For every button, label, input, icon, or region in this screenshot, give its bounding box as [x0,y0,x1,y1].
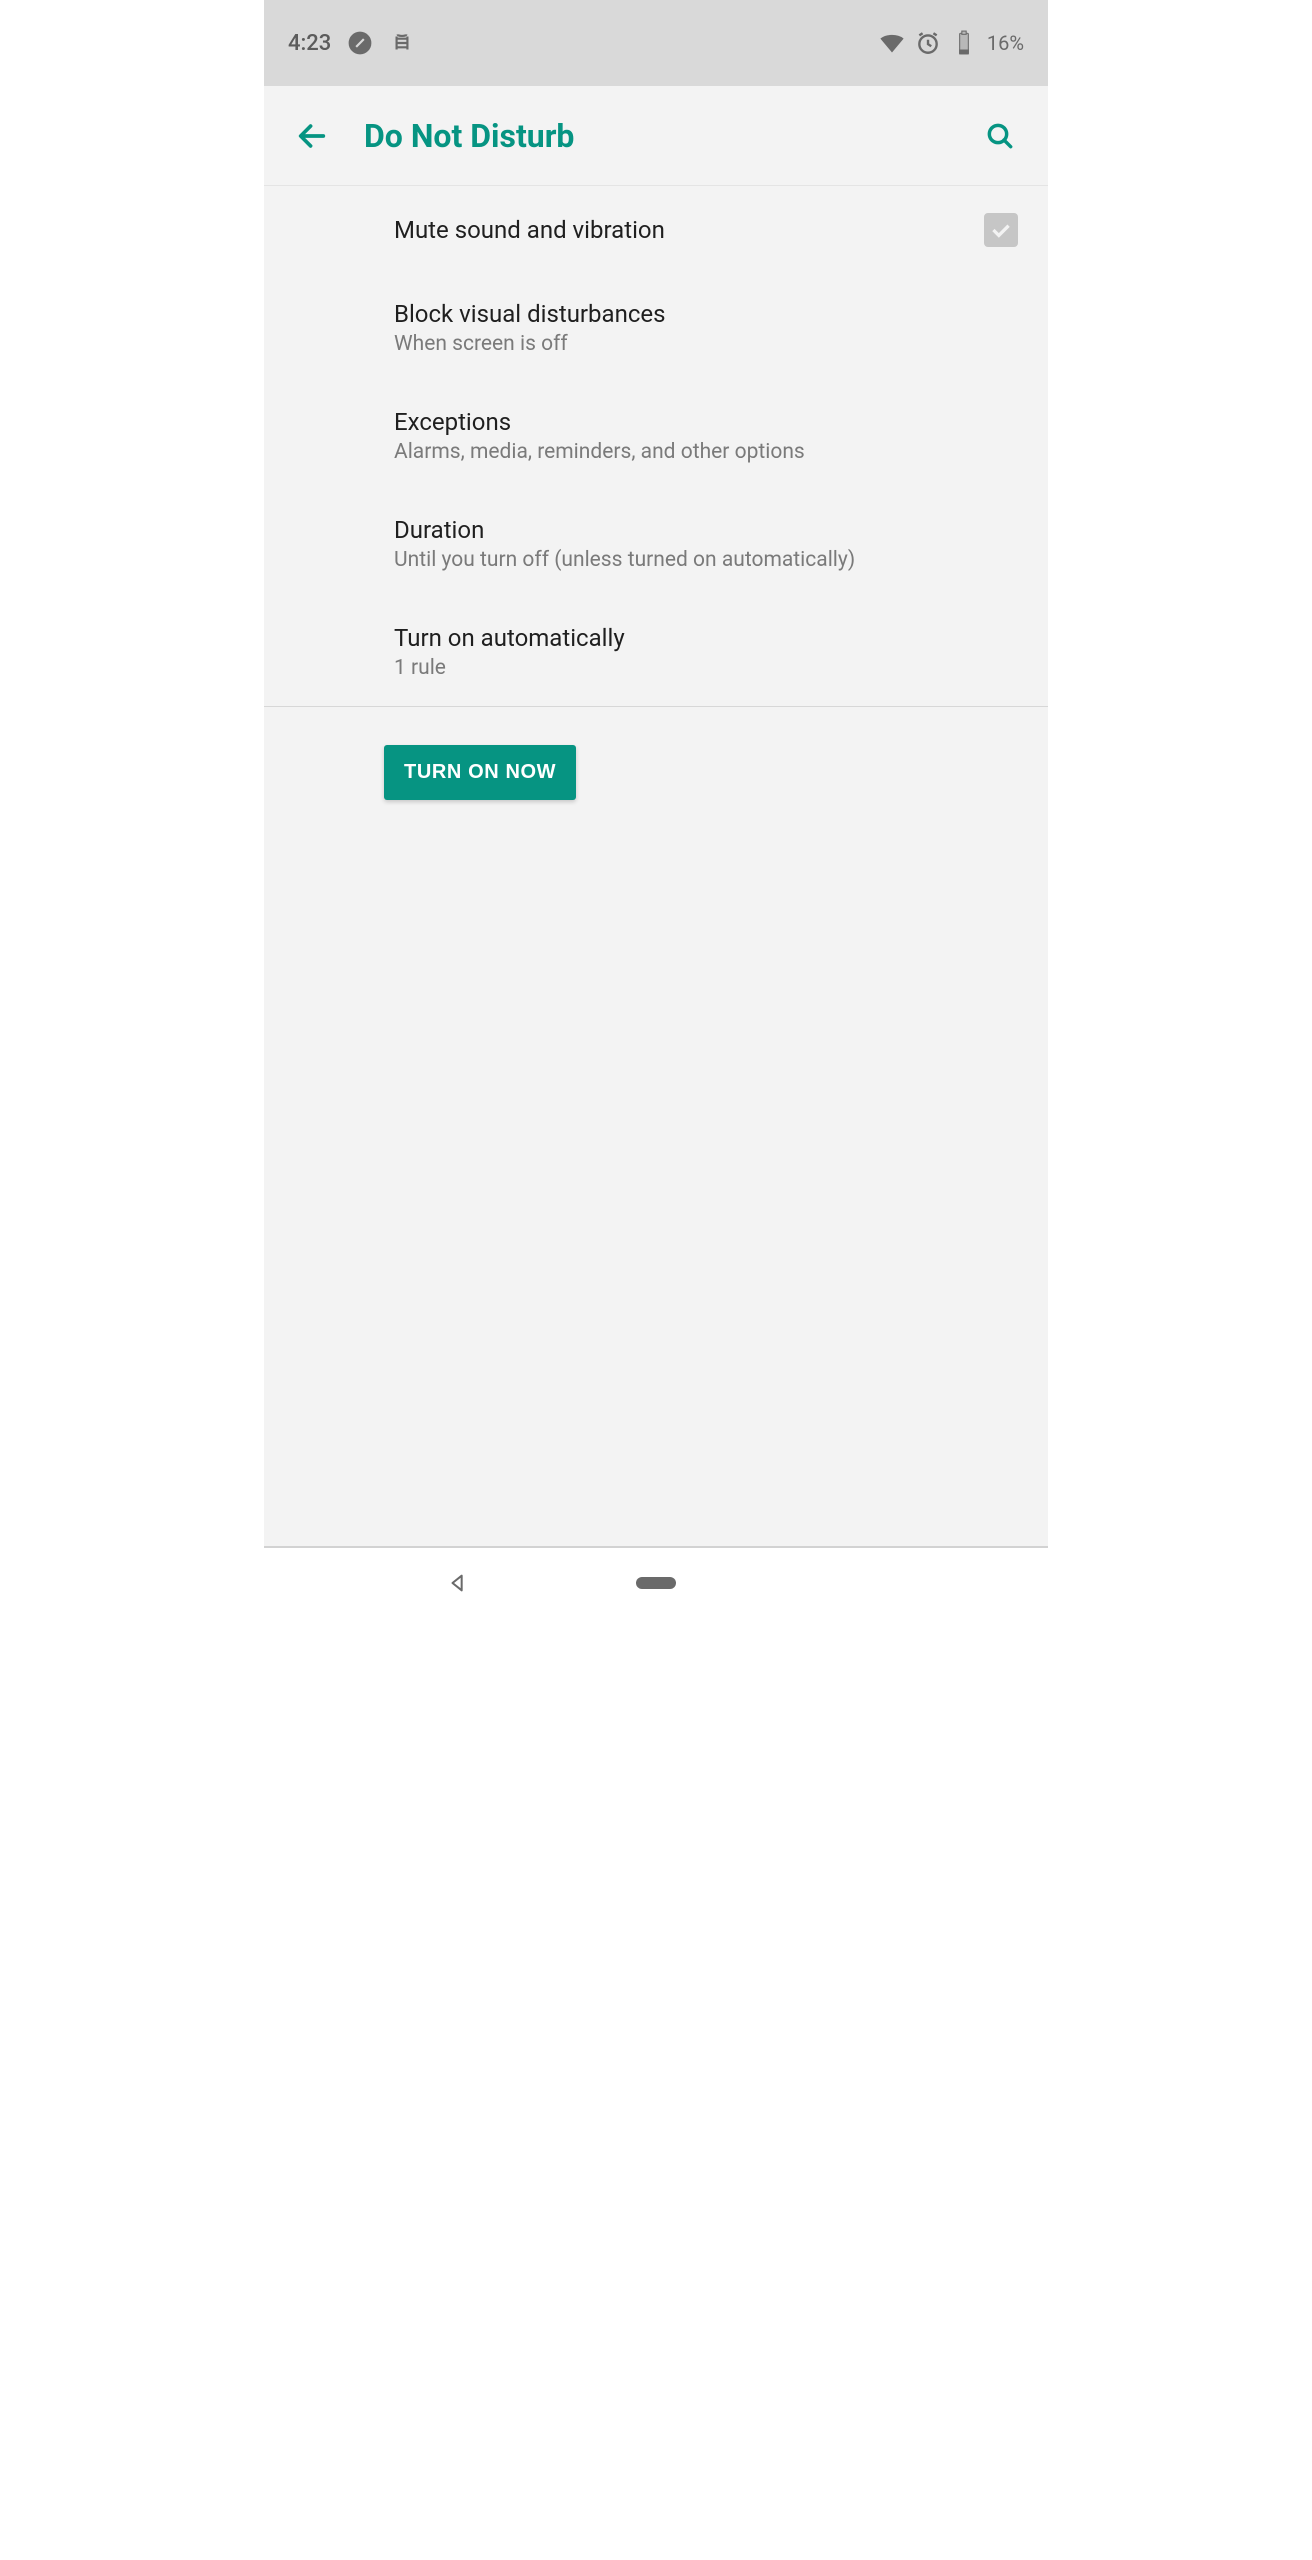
settings-list: Mute sound and vibration Block visual di… [264,186,1048,706]
turn-on-now-button[interactable]: TURN ON NOW [384,745,576,800]
alarm-icon [915,30,941,56]
row-mute-sound-vibration[interactable]: Mute sound and vibration [264,186,1048,274]
debug-icon [389,30,415,56]
row-title: Turn on automatically [394,624,1024,652]
row-subtitle: Alarms, media, reminders, and other opti… [394,440,1024,464]
search-button[interactable] [976,112,1024,160]
row-subtitle: When screen is off [394,332,1024,356]
status-time: 4:23 [288,31,331,56]
row-title: Duration [394,516,1024,544]
row-subtitle: Until you turn off (unless turned on aut… [394,548,1024,572]
row-title: Block visual disturbances [394,300,1024,328]
wifi-icon [879,30,905,56]
content-area: Mute sound and vibration Block visual di… [264,186,1048,1546]
row-title: Mute sound and vibration [394,216,1024,244]
nav-home-pill[interactable] [636,1577,676,1589]
row-duration[interactable]: Duration Until you turn off (unless turn… [264,490,1048,598]
row-turn-on-auto[interactable]: Turn on automatically 1 rule [264,598,1048,706]
row-exceptions[interactable]: Exceptions Alarms, media, reminders, and… [264,382,1048,490]
mute-checkbox[interactable] [984,213,1018,247]
app-bar: Do Not Disturb [264,86,1048,186]
row-subtitle: 1 rule [394,656,1024,680]
status-bar: 4:23 16% [264,0,1048,86]
battery-icon [951,30,977,56]
nav-back-button[interactable] [428,1572,488,1594]
battery-percent: 16% [987,31,1024,55]
row-title: Exceptions [394,408,1024,436]
back-button[interactable] [288,112,336,160]
system-nav-bar [264,1548,1048,1618]
page-title: Do Not Disturb [364,117,976,155]
dnd-status-icon [347,30,373,56]
row-block-visual[interactable]: Block visual disturbances When screen is… [264,274,1048,382]
